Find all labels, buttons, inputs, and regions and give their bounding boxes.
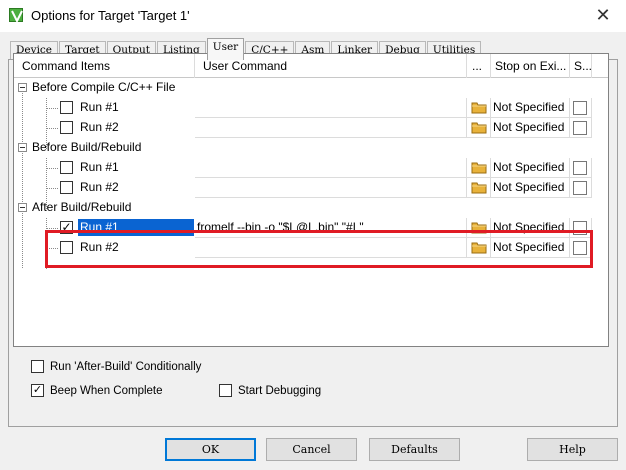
browse-button[interactable] bbox=[467, 98, 491, 118]
folder-icon bbox=[471, 182, 487, 194]
command-grid: Command Items User Command ... Stop on E… bbox=[13, 53, 609, 347]
s-cell bbox=[570, 218, 592, 238]
group-label: Before Build/Rebuild bbox=[32, 140, 142, 154]
stop-on-exit-select[interactable]: Not Specified bbox=[491, 98, 570, 118]
s-checkbox[interactable] bbox=[573, 181, 587, 195]
user-command-field[interactable] bbox=[195, 178, 467, 198]
tree-group-before-compile[interactable]: Before Compile C/C++ File bbox=[14, 78, 608, 98]
tree-group-before-build[interactable]: Before Build/Rebuild bbox=[14, 138, 608, 158]
browse-button[interactable] bbox=[467, 158, 491, 178]
user-command-field[interactable] bbox=[195, 238, 467, 258]
s-cell bbox=[570, 158, 592, 178]
run-after-build-checkbox[interactable] bbox=[31, 360, 44, 374]
s-checkbox[interactable] bbox=[573, 241, 587, 255]
folder-icon bbox=[471, 242, 487, 254]
header-stop-on-exit[interactable]: Stop on Exi... bbox=[491, 54, 570, 78]
browse-button[interactable] bbox=[467, 238, 491, 258]
table-row[interactable]: Run #2 Not Specified bbox=[14, 118, 608, 138]
s-cell bbox=[570, 238, 592, 258]
stop-on-exit-select[interactable]: Not Specified bbox=[491, 238, 570, 258]
tab-user[interactable]: User bbox=[206, 38, 245, 60]
run-checkbox[interactable] bbox=[60, 181, 73, 194]
group-label: Before Compile C/C++ File bbox=[32, 80, 176, 94]
help-button[interactable]: Help bbox=[527, 438, 618, 461]
start-debugging-label: Start Debugging bbox=[238, 385, 322, 397]
table-row-selected[interactable]: ✓ Run #1 fromelf --bin -o "$L@L.bin" "#L… bbox=[14, 218, 608, 238]
run-label[interactable]: Run #1 bbox=[78, 219, 194, 236]
folder-icon bbox=[471, 162, 487, 174]
start-debugging-checkbox[interactable] bbox=[219, 384, 232, 398]
s-checkbox[interactable] bbox=[573, 121, 587, 135]
stop-on-exit-select[interactable]: Not Specified bbox=[491, 218, 570, 238]
user-command-field[interactable] bbox=[195, 118, 467, 138]
s-cell bbox=[570, 98, 592, 118]
s-checkbox[interactable] bbox=[573, 101, 587, 115]
run-label[interactable]: Run #1 bbox=[78, 99, 121, 116]
collapse-toggle[interactable] bbox=[18, 143, 27, 152]
header-command-items[interactable]: Command Items bbox=[14, 54, 195, 78]
close-button[interactable]: ✕ bbox=[590, 4, 616, 26]
table-row[interactable]: Run #2 Not Specified bbox=[14, 178, 608, 198]
group-label: After Build/Rebuild bbox=[32, 200, 132, 214]
title-bar: Options for Target 'Target 1' ✕ bbox=[0, 0, 626, 32]
table-row[interactable]: Run #1 Not Specified bbox=[14, 158, 608, 178]
run-checkbox[interactable] bbox=[60, 241, 73, 254]
folder-icon bbox=[471, 122, 487, 134]
run-label[interactable]: Run #2 bbox=[78, 179, 121, 196]
folder-icon bbox=[471, 222, 487, 234]
run-checkbox[interactable] bbox=[60, 121, 73, 134]
run-after-build-option[interactable]: Run 'After-Build' Conditionally bbox=[31, 360, 201, 376]
ok-button[interactable]: OK bbox=[165, 438, 256, 461]
user-command-field[interactable] bbox=[195, 158, 467, 178]
s-checkbox[interactable] bbox=[573, 161, 587, 175]
run-after-build-label: Run 'After-Build' Conditionally bbox=[50, 361, 202, 373]
s-cell bbox=[570, 118, 592, 138]
run-label[interactable]: Run #1 bbox=[78, 159, 121, 176]
stop-on-exit-select[interactable]: Not Specified bbox=[491, 118, 570, 138]
keil-vision-icon bbox=[9, 8, 23, 23]
user-command-field[interactable] bbox=[195, 98, 467, 118]
folder-icon bbox=[471, 102, 487, 114]
s-cell bbox=[570, 178, 592, 198]
collapse-toggle[interactable] bbox=[18, 83, 27, 92]
stop-on-exit-select[interactable]: Not Specified bbox=[491, 178, 570, 198]
start-debugging-option[interactable]: Start Debugging bbox=[219, 384, 321, 400]
table-row[interactable]: Run #1 Not Specified bbox=[14, 98, 608, 118]
beep-when-complete-checkbox[interactable]: ✓ bbox=[31, 384, 44, 398]
user-command-field[interactable]: fromelf --bin -o "$L@L.bin" "#L" bbox=[195, 218, 467, 238]
table-row[interactable]: Run #2 Not Specified bbox=[14, 238, 608, 258]
run-checkbox[interactable] bbox=[60, 101, 73, 114]
run-label[interactable]: Run #2 bbox=[78, 119, 121, 136]
browse-button[interactable] bbox=[467, 178, 491, 198]
window-title: Options for Target 'Target 1' bbox=[31, 8, 190, 23]
beep-when-complete-label: Beep When Complete bbox=[50, 385, 163, 397]
cancel-button[interactable]: Cancel bbox=[266, 438, 357, 461]
grid-header: Command Items User Command ... Stop on E… bbox=[14, 54, 608, 78]
run-checkbox[interactable] bbox=[60, 161, 73, 174]
beep-when-complete-option[interactable]: ✓ Beep When Complete bbox=[31, 384, 163, 400]
header-browse[interactable]: ... bbox=[467, 54, 491, 78]
browse-button[interactable] bbox=[467, 218, 491, 238]
run-label[interactable]: Run #2 bbox=[78, 239, 121, 256]
defaults-button[interactable]: Defaults bbox=[369, 438, 460, 461]
stop-on-exit-select[interactable]: Not Specified bbox=[491, 158, 570, 178]
run-checkbox-checked[interactable]: ✓ bbox=[60, 221, 73, 234]
s-checkbox[interactable] bbox=[573, 221, 587, 235]
collapse-toggle[interactable] bbox=[18, 203, 27, 212]
browse-button[interactable] bbox=[467, 118, 491, 138]
header-s[interactable]: S... bbox=[570, 54, 592, 78]
tree-group-after-build[interactable]: After Build/Rebuild bbox=[14, 198, 608, 218]
